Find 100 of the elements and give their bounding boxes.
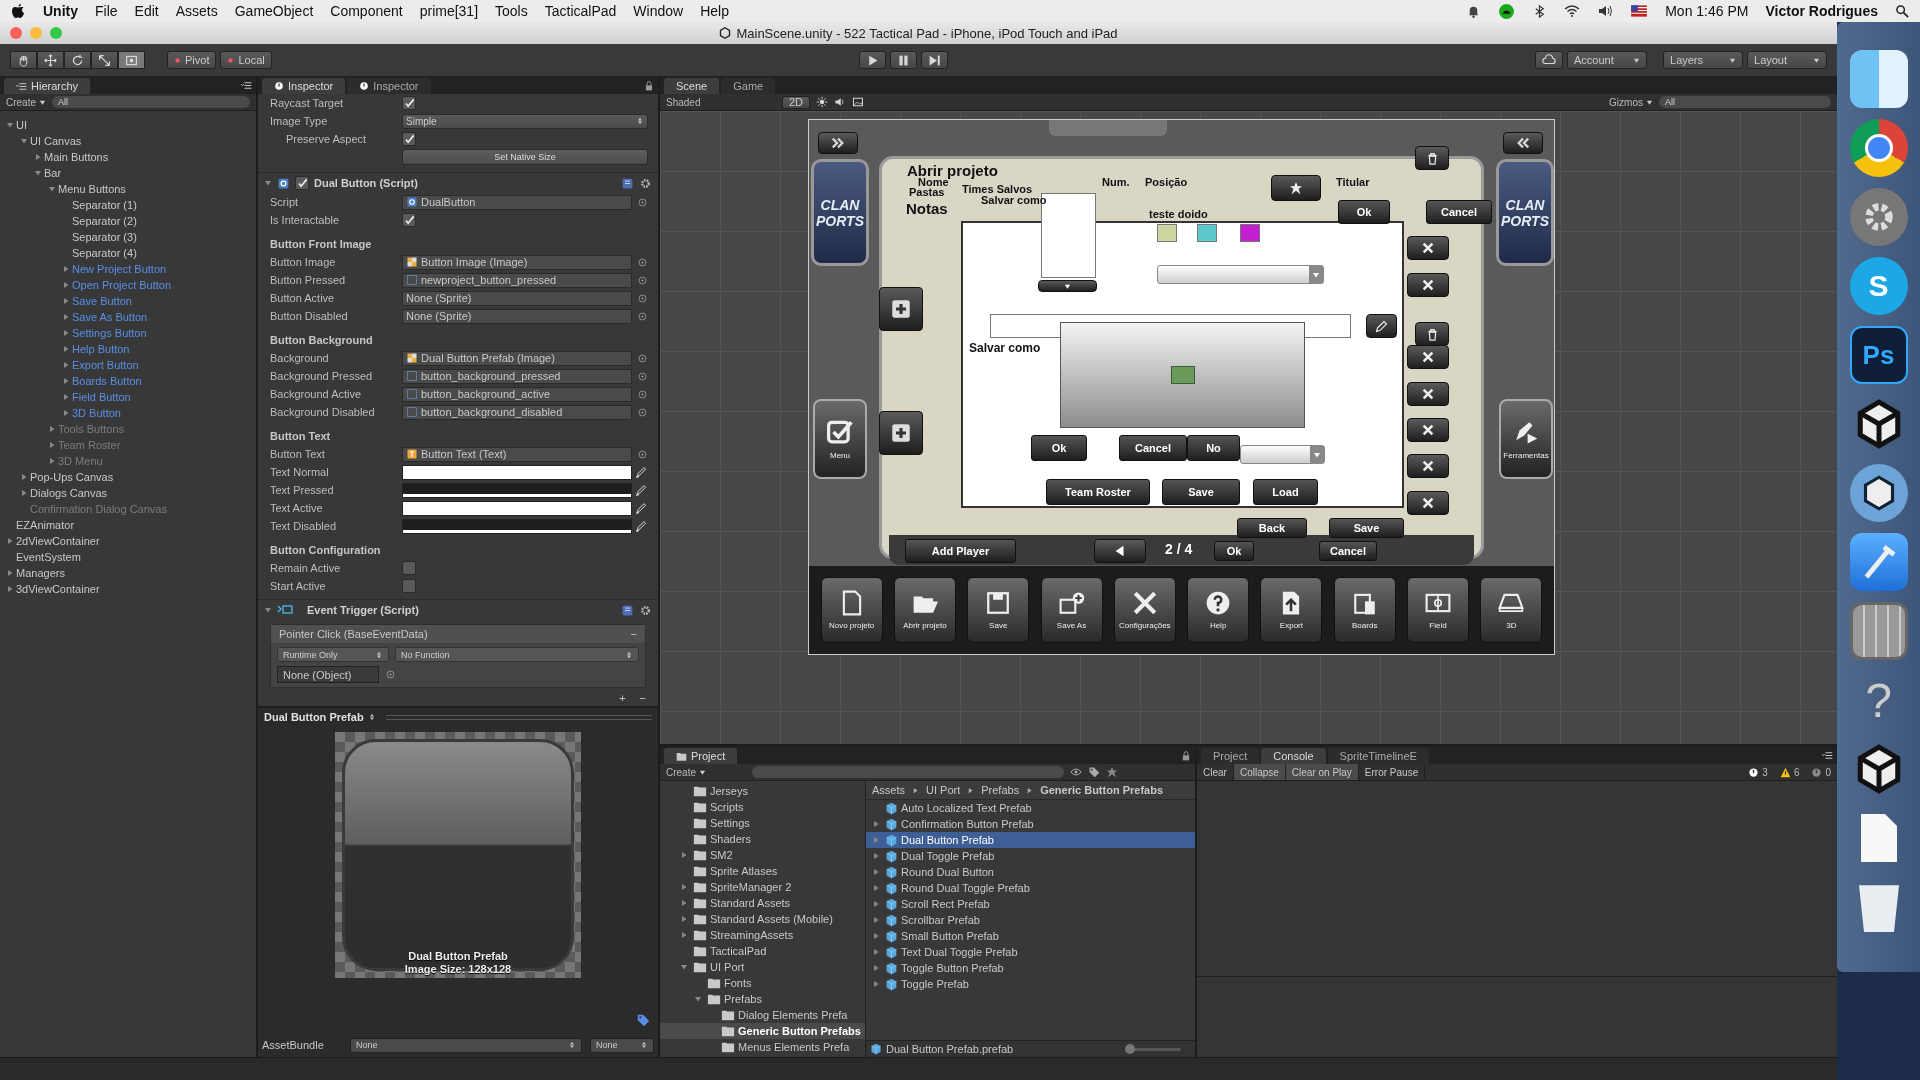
hierarchy-item[interactable]: EventSystem <box>16 551 81 563</box>
pivot-toggle[interactable]: Pivot <box>167 51 217 69</box>
hierarchy-item[interactable]: Save As Button <box>72 311 148 323</box>
game-button[interactable]: No <box>1187 435 1240 461</box>
hierarchy-item[interactable]: New Project Button <box>72 263 167 275</box>
side-button[interactable]: Ferramentas <box>1499 399 1553 479</box>
hierarchy-item[interactable]: Boards Button <box>72 375 142 387</box>
user-name[interactable]: Victor Rodrigues <box>1765 3 1878 19</box>
game-button[interactable]: Cancel <box>1426 200 1492 224</box>
game-button[interactable]: Cancel <box>1119 435 1187 461</box>
close-icon[interactable] <box>1407 345 1449 369</box>
object-field[interactable]: None (Sprite) <box>402 308 632 324</box>
app-menu[interactable]: Unity <box>43 3 78 19</box>
hierarchy-item[interactable]: Dialogs Canvas <box>30 487 108 499</box>
color-field[interactable] <box>402 518 632 534</box>
asset-row[interactable]: Toggle Button Prefab <box>866 960 1195 976</box>
create-dropdown[interactable]: Create <box>666 766 706 778</box>
menu-item[interactable]: Component <box>330 3 403 19</box>
search-field[interactable]: All <box>52 96 250 108</box>
breadcrumb-item[interactable]: Prefabs <box>981 784 1020 796</box>
gizmos-dropdown[interactable]: Gizmos <box>1609 96 1653 108</box>
app-icon[interactable]: Ps <box>1849 326 1908 384</box>
checkbox[interactable] <box>402 213 416 227</box>
asset-row[interactable]: Auto Localized Text Prefab <box>866 800 1195 816</box>
menu-item[interactable]: TacticalPad <box>544 3 617 19</box>
create-dropdown[interactable]: Create <box>6 96 46 108</box>
toolbar-button[interactable]: Boards <box>1333 577 1396 643</box>
hierarchy-item[interactable]: Settings Button <box>72 327 147 339</box>
hierarchy-item[interactable]: Separator (1) <box>72 199 137 211</box>
double-chevron-left-icon[interactable] <box>1503 132 1543 154</box>
close-icon[interactable] <box>1407 273 1449 297</box>
asset-row[interactable]: Round Dual Button <box>866 864 1195 880</box>
search-field[interactable]: All <box>1659 96 1831 108</box>
clock[interactable]: Mon 1:46 PM <box>1665 3 1749 19</box>
object-field[interactable]: DualButton <box>402 194 632 210</box>
hierarchy-item[interactable]: Separator (4) <box>72 247 137 259</box>
step-button[interactable] <box>920 51 948 69</box>
asset-row[interactable]: Confirmation Button Prefab <box>866 816 1195 832</box>
cloud-button[interactable] <box>1535 51 1563 69</box>
hierarchy-item[interactable]: UI Canvas <box>30 135 82 147</box>
folder-row[interactable]: Fonts <box>660 975 865 991</box>
panel-tab[interactable]: Project <box>1201 748 1260 764</box>
layout-dropdown[interactable]: Layout <box>1747 51 1827 69</box>
hierarchy-item[interactable]: Managers <box>16 567 65 579</box>
close-icon[interactable] <box>1407 454 1449 478</box>
search-field[interactable] <box>752 766 1064 778</box>
toolbar-button[interactable]: Configurações <box>1113 577 1176 643</box>
color-swatch[interactable] <box>1240 224 1260 242</box>
trash-icon[interactable] <box>1415 146 1449 170</box>
checkbox[interactable] <box>402 96 416 110</box>
toolbar-button[interactable]: Help <box>1187 577 1250 643</box>
trash-icon[interactable] <box>1415 322 1449 346</box>
toolbar-button[interactable]: 3D <box>1480 577 1543 643</box>
folder-row[interactable]: Menus Elements Prefa <box>660 1039 865 1055</box>
asset-row[interactable]: Round Dual Toggle Prefab <box>866 880 1195 896</box>
rotate-tool-button[interactable] <box>64 51 91 69</box>
folder-row[interactable]: TacticalPad <box>660 943 865 959</box>
function-dropdown[interactable]: No Function <box>395 647 639 662</box>
dropdown[interactable]: Simple <box>402 113 648 129</box>
hierarchy-item[interactable]: Export Button <box>72 359 139 371</box>
hierarchy-item[interactable]: 3D Button <box>72 407 121 419</box>
game-button[interactable]: Cancel <box>1319 541 1377 561</box>
toolbar-button[interactable]: Field <box>1407 577 1469 643</box>
menu-item[interactable]: Tools <box>495 3 528 19</box>
toolbar-button[interactable]: Abrir projeto <box>893 577 956 643</box>
icon-size-slider[interactable] <box>1125 1044 1181 1054</box>
add-icon[interactable] <box>879 287 923 331</box>
inspector-tab[interactable]: Inspector <box>262 78 346 94</box>
account-dropdown[interactable]: Account <box>1567 51 1647 69</box>
hand-tool-button[interactable] <box>10 51 37 69</box>
game-button[interactable]: Back <box>1237 518 1307 538</box>
folder-row[interactable]: Jerseys <box>660 783 865 799</box>
info-count[interactable]: 3 <box>1742 766 1774 778</box>
assetbundle-dropdown[interactable]: None <box>350 1037 582 1053</box>
object-field[interactable]: Button Text (Text) <box>402 446 632 462</box>
menu-item[interactable]: Edit <box>134 3 159 19</box>
folder-row[interactable]: Settings <box>660 815 865 831</box>
rect-tool-button[interactable] <box>118 51 145 69</box>
close-icon[interactable] <box>1407 491 1449 515</box>
hierarchy-item[interactable]: Field Button <box>72 391 131 403</box>
hierarchy-tab[interactable]: Hierarchy <box>4 78 91 94</box>
close-button[interactable] <box>10 27 22 39</box>
hierarchy-item[interactable]: Separator (3) <box>72 231 137 243</box>
game-button[interactable]: Ok <box>1214 541 1254 561</box>
runtime-dropdown[interactable]: Runtime Only <box>277 647 389 662</box>
shading-dropdown[interactable]: Shaded <box>666 96 776 108</box>
hierarchy-item[interactable]: Open Project Button <box>72 279 172 291</box>
hierarchy-item[interactable]: Pop-Ups Canvas <box>30 471 114 483</box>
object-field[interactable]: newproject_button_pressed <box>402 272 632 288</box>
console-toggle[interactable]: Error Pause <box>1358 764 1426 780</box>
pencil-icon[interactable] <box>1366 314 1397 338</box>
game-button[interactable]: Team Roster <box>1046 479 1150 505</box>
slider-thumb[interactable] <box>1125 1044 1135 1054</box>
hierarchy-item[interactable]: Help Button <box>72 343 130 355</box>
side-button[interactable]: Menu <box>813 399 867 479</box>
hierarchy-item[interactable]: UI <box>16 119 27 131</box>
toolbar-button[interactable]: Novo projeto <box>820 577 883 643</box>
folder-row[interactable]: Standard Assets (Mobile) <box>660 911 865 927</box>
checkbox[interactable] <box>402 132 416 146</box>
object-field[interactable]: button_background_pressed <box>402 368 632 384</box>
